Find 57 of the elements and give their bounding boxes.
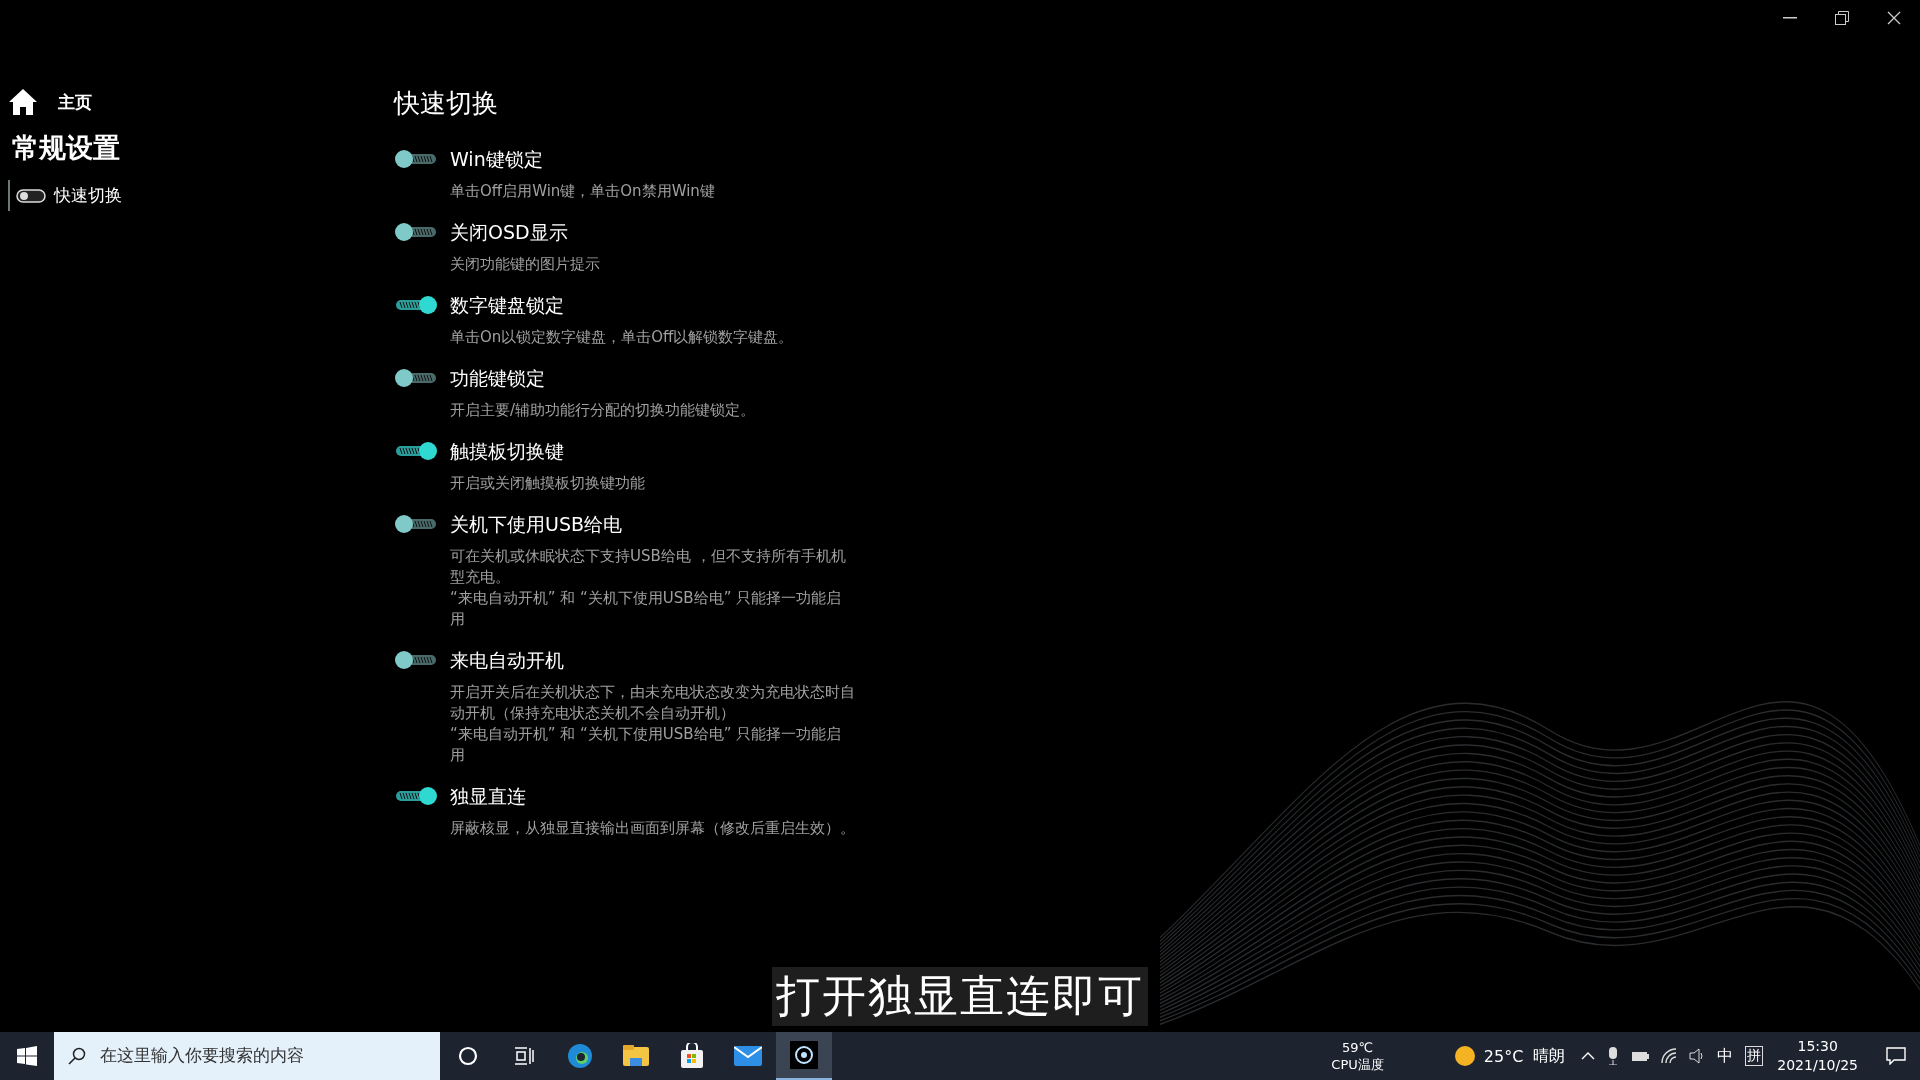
search-icon xyxy=(68,1047,86,1065)
sidebar-item[interactable]: 快速切换 xyxy=(8,180,394,211)
sun-icon xyxy=(1453,1045,1476,1067)
setting-title: 来电自动开机 xyxy=(450,648,565,672)
setting-description: 屏蔽核显，从独显直接输出画面到屏幕（修改后重启生效）。 xyxy=(450,818,855,839)
toggle-off[interactable] xyxy=(394,650,438,670)
task-view-icon xyxy=(514,1046,534,1066)
input-mode[interactable]: 拼 xyxy=(1745,1046,1764,1066)
page-title: 快速切换 xyxy=(394,87,499,120)
toggle-off[interactable] xyxy=(394,222,438,242)
chevron-up-icon[interactable] xyxy=(1581,1052,1596,1060)
home-icon xyxy=(8,88,38,116)
setting-description: 开启主要/辅助功能行分配的切换功能键锁定。 xyxy=(450,400,757,421)
speaker-icon[interactable] xyxy=(1689,1048,1706,1064)
microphone-icon[interactable] xyxy=(1607,1047,1620,1065)
toggle-off[interactable] xyxy=(394,149,438,169)
setting-title: 独显直连 xyxy=(450,784,527,808)
notification-icon xyxy=(1886,1047,1906,1065)
toggle-on[interactable] xyxy=(394,441,438,461)
setting-description: 单击On以锁定数字键盘，单击Off以解锁数字键盘。 xyxy=(450,327,795,348)
toggle-on[interactable] xyxy=(394,295,438,315)
toggle-off[interactable] xyxy=(394,368,438,388)
clock[interactable]: 15:30 2021/10/25 xyxy=(1777,1037,1858,1075)
setting-title: 功能键锁定 xyxy=(450,366,546,390)
restore-icon xyxy=(1835,11,1849,25)
setting-description: “来电自动开机” 和 “关机下使用USB给电” 只能择一功能启用 xyxy=(450,588,843,630)
weather-condition: 晴朗 xyxy=(1533,1045,1566,1067)
setting-title: 触摸板切换键 xyxy=(450,439,565,463)
setting-description: “来电自动开机” 和 “关机下使用USB给电” 只能择一功能启用 xyxy=(450,724,843,766)
toggle-icon xyxy=(16,188,46,203)
minimize-icon xyxy=(1783,17,1797,19)
video-caption: 打开独显直连即可 xyxy=(772,967,1148,1026)
toggle-on[interactable] xyxy=(394,786,438,806)
home-nav-item[interactable]: 主页 xyxy=(8,88,394,116)
setting-description: 可在关机或休眠状态下支持USB给电 ，但不支持所有手机机型充电。 xyxy=(450,546,847,588)
input-language[interactable]: 中 xyxy=(1717,1045,1734,1067)
close-icon xyxy=(1887,11,1901,25)
setting-title: 数字键盘锁定 xyxy=(450,293,565,317)
windows-icon xyxy=(17,1046,37,1066)
setting-title: 关机下使用USB给电 xyxy=(450,512,623,536)
setting-description: 单击Off启用Win键，单击On禁用Win键 xyxy=(450,181,716,202)
wifi-icon[interactable] xyxy=(1661,1048,1678,1064)
setting-description: 开启或关闭触摸板切换键功能 xyxy=(450,473,646,494)
search-box[interactable]: 在这里输入你要搜索的内容 xyxy=(54,1032,440,1080)
setting-description: 关闭功能键的图片提示 xyxy=(450,254,601,275)
app-icon[interactable] xyxy=(776,1032,832,1080)
setting-description: 开启开关后在关机状态下，由未充电状态改变为充电状态时自动开机（保持充电状态关机不会自动开机） xyxy=(450,682,855,724)
toggle-off[interactable] xyxy=(394,514,438,534)
cpu-temperature: 59℃ CPU温度 xyxy=(1331,1039,1384,1073)
setting-title: Win键锁定 xyxy=(450,147,544,171)
search-input[interactable]: 在这里输入你要搜索的内容 xyxy=(98,1045,418,1067)
home-label: 主页 xyxy=(58,90,92,114)
battery-icon[interactable] xyxy=(1631,1050,1650,1062)
circle-icon xyxy=(458,1046,478,1066)
setting-title: 关闭OSD显示 xyxy=(450,220,569,244)
weather-temperature: 25°C xyxy=(1483,1046,1524,1066)
section-heading: 常规设置 xyxy=(12,131,121,165)
